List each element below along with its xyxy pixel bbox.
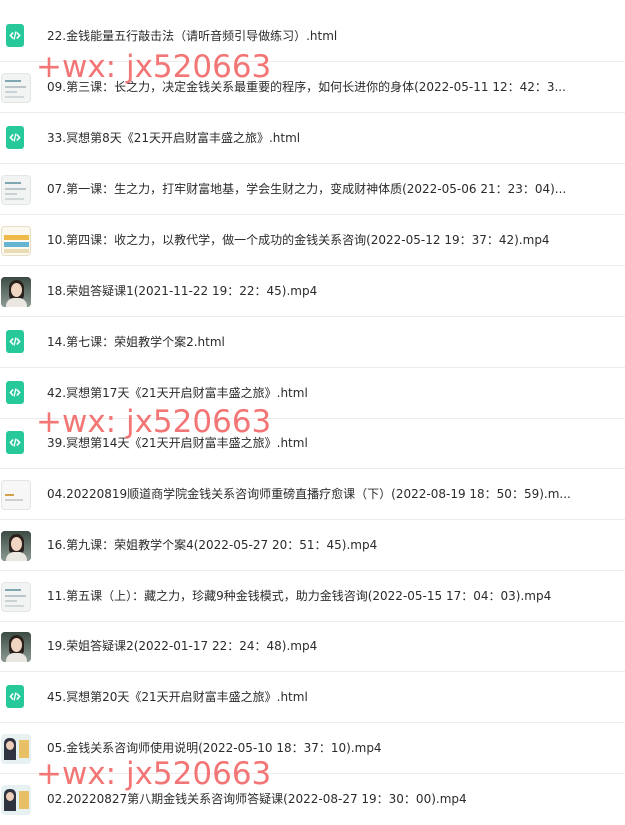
file-row[interactable]: 10.第四课：收之力，以教代学，做一个成功的金钱关系咨询(2022-05-12 … [0,215,625,266]
file-row[interactable]: 09.第三课：长之力，决定金钱关系最重要的程序，如何长进你的身体(2022-05… [0,62,625,113]
video-thumbnail-icon [1,226,31,256]
video-thumbnail-icon [1,73,31,103]
file-row[interactable]: 04.20220819顺道商学院金钱关系咨询师重磅直播疗愈课（下）(2022-0… [0,469,625,520]
file-name: 11.第五课（上）：藏之力，珍藏9种金钱模式，助力金钱咨询(2022-05-15… [47,589,552,603]
video-thumbnail-icon [1,582,31,612]
file-row[interactable]: 05.金钱关系咨询师使用说明(2022-05-10 18：37：10).mp4 [0,723,625,774]
file-name: 19.荣姐答疑课2(2022-01-17 22：24：48).mp4 [47,639,318,653]
file-name: 33.冥想第8天《21天开启财富丰盛之旅》.html [47,131,301,145]
file-row[interactable]: 19.荣姐答疑课2(2022-01-17 22：24：48).mp4 [0,621,625,672]
file-name: 16.第九课：荣姐教学个案4(2022-05-27 20：51：45).mp4 [47,538,378,552]
file-name: 07.第一课：生之力，打牢财富地基，学会生财之力，变成财神体质(2022-05-… [47,182,567,196]
file-name: 05.金钱关系咨询师使用说明(2022-05-10 18：37：10).mp4 [47,741,382,755]
file-name: 45.冥想第20天《21天开启财富丰盛之旅》.html [47,690,308,704]
file-row[interactable]: 11.第五课（上）：藏之力，珍藏9种金钱模式，助力金钱咨询(2022-05-15… [0,571,625,622]
file-name: 42.冥想第17天《21天开启财富丰盛之旅》.html [47,386,308,400]
file-name: 18.荣姐答疑课1(2021-11-22 19：22：45).mp4 [47,284,318,298]
file-row[interactable]: 33.冥想第8天《21天开启财富丰盛之旅》.html [0,113,625,164]
html-file-icon [6,24,24,47]
file-row[interactable]: 45.冥想第20天《21天开启财富丰盛之旅》.html [0,672,625,723]
file-name: 39.冥想第14天《21天开启财富丰盛之旅》.html [47,436,308,450]
video-thumbnail-icon [1,785,31,815]
file-name: 22.金钱能量五行敲击法（请听音频引导做练习）.html [47,29,338,43]
file-row[interactable]: 07.第一课：生之力，打牢财富地基，学会生财之力，变成财神体质(2022-05-… [0,164,625,215]
html-file-icon [6,126,24,149]
file-name: 02.20220827第八期金钱关系咨询师答疑课(2022-08-27 19：3… [47,792,467,806]
file-row[interactable]: 14.第七课：荣姐教学个案2.html [0,317,625,368]
file-name: 14.第七课：荣姐教学个案2.html [47,335,225,349]
file-row[interactable]: 02.20220827第八期金钱关系咨询师答疑课(2022-08-27 19：3… [0,774,625,825]
file-row[interactable]: 42.冥想第17天《21天开启财富丰盛之旅》.html [0,368,625,419]
video-thumbnail-icon [1,632,31,662]
html-file-icon [6,381,24,404]
html-file-icon [6,330,24,353]
file-row[interactable]: 39.冥想第14天《21天开启财富丰盛之旅》.html [0,418,625,469]
file-name: 09.第三课：长之力，决定金钱关系最重要的程序，如何长进你的身体(2022-05… [47,80,566,94]
video-thumbnail-icon [1,734,31,764]
video-thumbnail-icon [1,277,31,307]
file-name: 10.第四课：收之力，以教代学，做一个成功的金钱关系咨询(2022-05-12 … [47,233,550,247]
file-row[interactable]: 18.荣姐答疑课1(2021-11-22 19：22：45).mp4 [0,266,625,317]
file-row[interactable]: 22.金钱能量五行敲击法（请听音频引导做练习）.html [0,11,625,62]
file-name: 04.20220819顺道商学院金钱关系咨询师重磅直播疗愈课（下）(2022-0… [47,487,571,501]
file-row[interactable]: 16.第九课：荣姐教学个案4(2022-05-27 20：51：45).mp4 [0,520,625,571]
html-file-icon [6,685,24,708]
video-thumbnail-icon [1,531,31,561]
video-thumbnail-icon [1,175,31,205]
video-thumbnail-icon [1,480,31,510]
html-file-icon [6,431,24,454]
